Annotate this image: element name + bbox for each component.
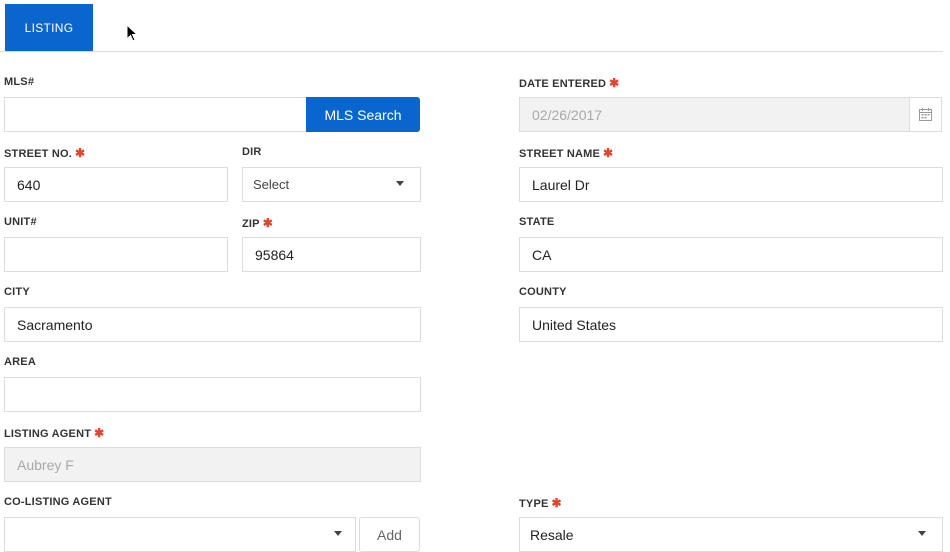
dir-select[interactable]: Select (242, 167, 421, 202)
co-listing-agent-label: CO-LISTING AGENT (4, 496, 112, 508)
dir-select-value: Select (253, 177, 290, 192)
type-select-value: Resale (530, 526, 574, 543)
state-label: STATE (519, 216, 555, 228)
area-input[interactable] (4, 377, 421, 412)
required-marker: ✱ (551, 496, 562, 510)
required-marker: ✱ (94, 426, 105, 440)
required-marker: ✱ (75, 146, 86, 160)
type-label: TYPE ✱ (519, 496, 562, 510)
calendar-button[interactable] (909, 97, 942, 132)
tab-listing[interactable]: LISTING (5, 4, 93, 51)
county-input[interactable]: United States (519, 307, 943, 342)
street-no-label: STREET NO. ✱ (4, 146, 86, 160)
required-marker: ✱ (609, 76, 620, 90)
dir-label: DIR (242, 146, 262, 158)
city-label: CITY (4, 286, 30, 298)
co-listing-agent-select[interactable] (4, 517, 356, 552)
county-label: COUNTY (519, 286, 567, 298)
type-select[interactable]: Resale (519, 517, 943, 552)
chevron-down-icon (396, 181, 404, 186)
unit-label: UNIT# (4, 216, 37, 228)
chevron-down-icon (334, 531, 342, 536)
street-no-input[interactable]: 640 (4, 167, 228, 202)
chevron-down-icon (918, 531, 926, 536)
listing-agent-field: Aubrey F (4, 447, 421, 482)
add-co-listing-agent-button[interactable]: Add (359, 517, 420, 552)
zip-input[interactable]: 95864 (242, 237, 421, 272)
date-entered-label: DATE ENTERED ✱ (519, 76, 620, 90)
zip-label: ZIP ✱ (242, 216, 273, 230)
mls-label: MLS# (4, 76, 35, 88)
listing-agent-label: LISTING AGENT ✱ (4, 426, 105, 440)
city-input[interactable]: Sacramento (4, 307, 421, 342)
required-marker: ✱ (603, 146, 614, 160)
area-label: AREA (4, 356, 36, 368)
calendar-icon (919, 108, 932, 121)
date-entered-field: 02/26/2017 (519, 97, 911, 132)
mouse-cursor-icon (126, 24, 138, 42)
mls-search-button[interactable]: MLS Search (306, 97, 420, 132)
unit-input[interactable] (4, 237, 228, 272)
street-name-input[interactable]: Laurel Dr (519, 167, 943, 202)
state-input[interactable]: CA (519, 237, 943, 272)
street-name-label: STREET NAME ✱ (519, 146, 614, 160)
tab-bar: LISTING (0, 0, 943, 52)
required-marker: ✱ (262, 216, 273, 230)
mls-input[interactable] (4, 97, 307, 132)
